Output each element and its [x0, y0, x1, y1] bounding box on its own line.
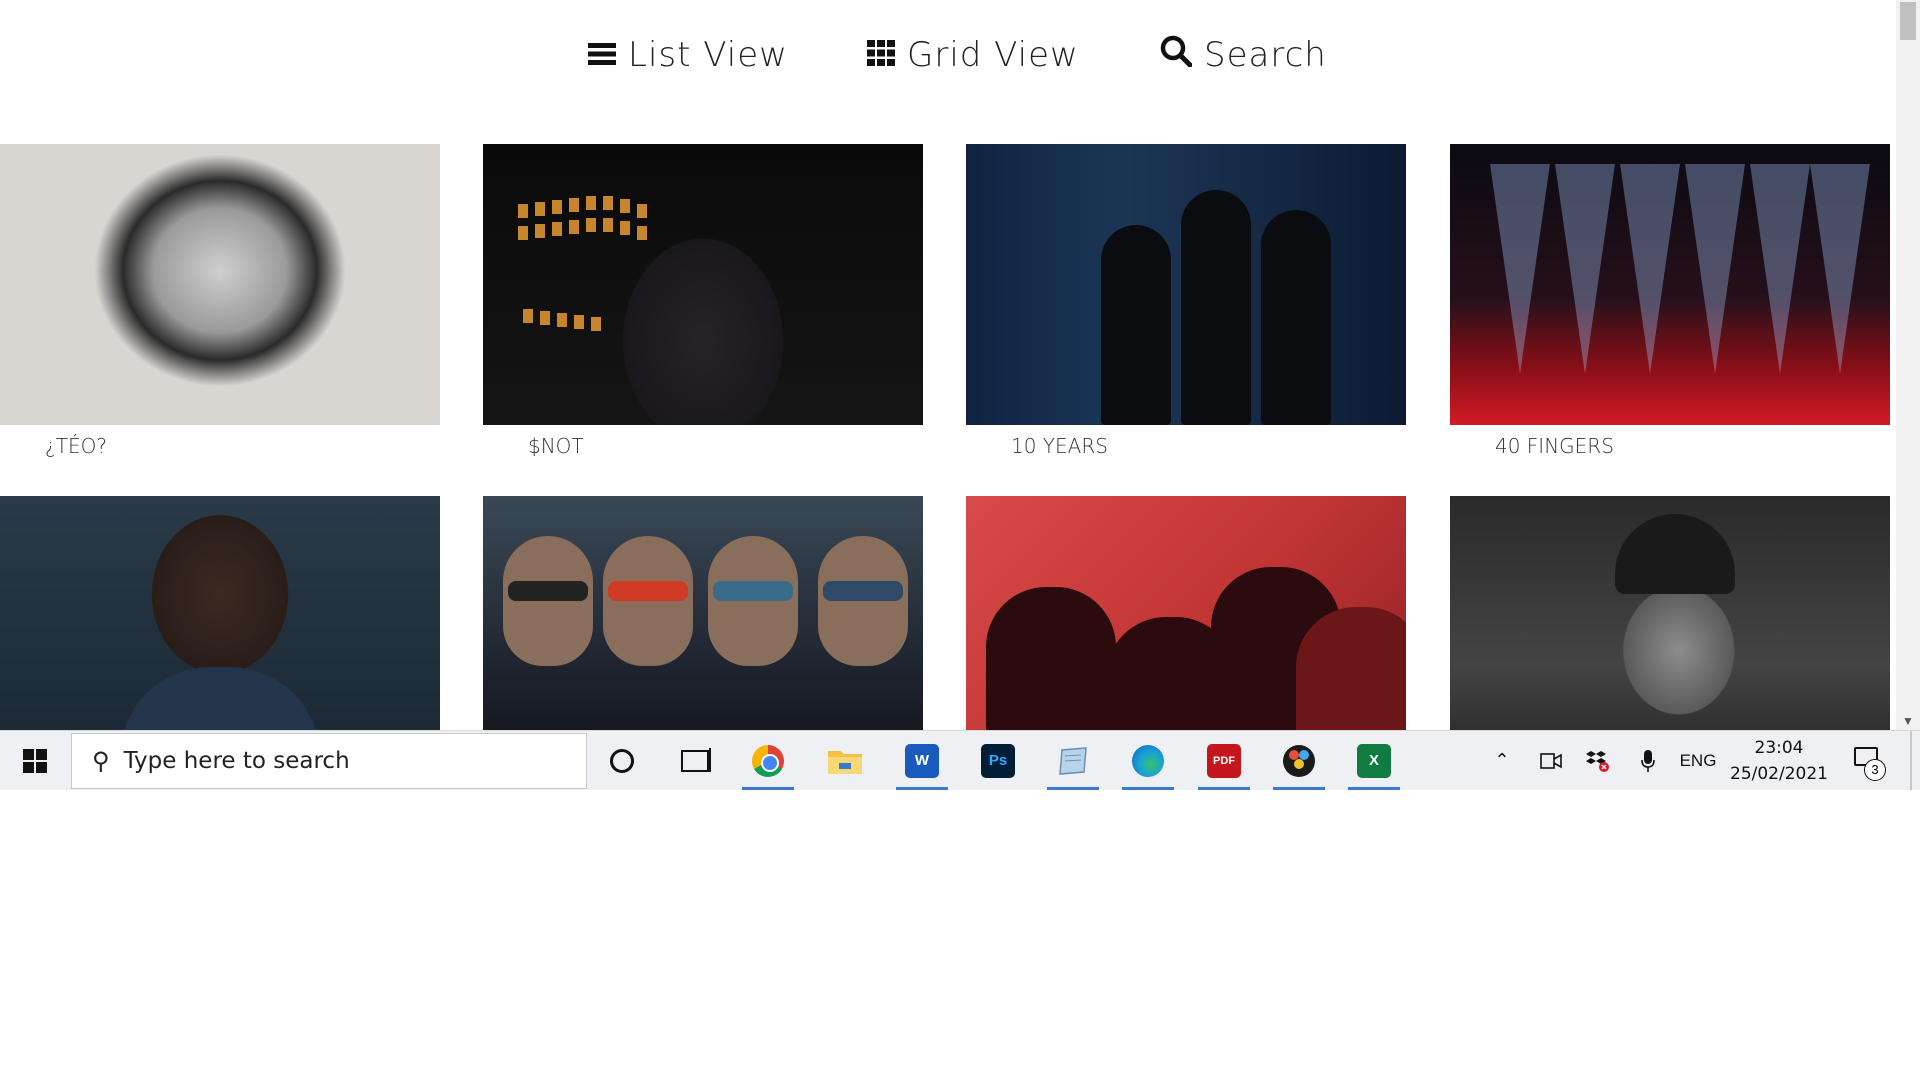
taskbar-app-chrome[interactable]: [738, 731, 798, 790]
artist-name[interactable]: 40 FINGERS: [1495, 434, 1614, 458]
taskbar-app-excel[interactable]: X: [1344, 731, 1404, 790]
artist-photo[interactable]: [1450, 144, 1890, 425]
taskbar-app-davinci-resolve[interactable]: [1269, 731, 1329, 790]
artist-photo[interactable]: [966, 496, 1406, 730]
artist-photo[interactable]: [966, 144, 1406, 425]
artist-card[interactable]: 40 FINGERS: [1450, 144, 1890, 458]
chrome-icon: [752, 744, 784, 777]
artist-grid: ¿TÉO? $NOT 10 YEARS 40 FINGERS: [0, 144, 1896, 730]
taskbar-search-box[interactable]: ⚲ Type here to search: [71, 733, 587, 789]
language-indicator: ENG: [1679, 750, 1717, 770]
clock-time: 23:04: [1754, 738, 1804, 758]
chevron-up-icon: ⌃: [1494, 750, 1510, 770]
windows-taskbar: ⚲ Type here to search W Ps PDF X ⌃ ENG 2…: [0, 730, 1920, 790]
microphone-icon: [1641, 749, 1655, 772]
artist-photo[interactable]: [1450, 496, 1890, 730]
windows-logo-icon: [23, 748, 47, 773]
taskbar-app-notepad[interactable]: [1043, 731, 1103, 790]
show-desktop-button[interactable]: [1910, 731, 1912, 790]
artist-card[interactable]: [483, 496, 923, 730]
photoshop-icon: Ps: [981, 743, 1015, 778]
microphone-tray-button[interactable]: [1630, 731, 1666, 790]
pdf-icon: PDF: [1207, 743, 1241, 778]
cortana-button[interactable]: [592, 731, 652, 790]
notepad-icon: [1059, 746, 1087, 775]
grid-view-button[interactable]: Grid View: [867, 30, 1079, 80]
grid-view-label: Grid View: [907, 35, 1079, 75]
taskbar-app-pdf-xchange[interactable]: PDF: [1194, 731, 1254, 790]
meet-now-button[interactable]: [1533, 731, 1569, 790]
artist-photo[interactable]: [0, 496, 440, 730]
dropbox-icon: [1586, 750, 1609, 772]
list-view-button[interactable]: List View: [588, 30, 788, 80]
dropbox-tray-button[interactable]: [1580, 731, 1616, 790]
taskbar-app-word[interactable]: W: [892, 731, 952, 790]
taskbar-app-edge[interactable]: [1118, 731, 1178, 790]
cortana-icon: [610, 748, 634, 773]
taskbar-search-placeholder: Type here to search: [123, 748, 350, 774]
search-button[interactable]: Search: [1160, 30, 1327, 80]
artist-card[interactable]: $NOT: [483, 144, 923, 458]
artist-card[interactable]: [966, 496, 1406, 730]
folder-icon: [828, 750, 862, 774]
artist-card[interactable]: [1450, 496, 1890, 730]
davinci-resolve-icon: [1283, 744, 1315, 777]
clock-button[interactable]: 23:04 25/02/2021: [1724, 735, 1834, 787]
artist-card[interactable]: 10 YEARS: [966, 144, 1406, 458]
artist-name[interactable]: ¿TÉO?: [45, 434, 107, 458]
word-icon: W: [905, 743, 939, 778]
artist-name[interactable]: 10 YEARS: [1011, 434, 1108, 458]
search-icon: [1160, 35, 1193, 76]
start-button[interactable]: [0, 731, 70, 790]
vertical-scrollbar[interactable]: ▼: [1896, 0, 1920, 730]
show-hidden-icons-button[interactable]: ⌃: [1486, 731, 1518, 790]
grid-icon: [867, 35, 895, 75]
view-toolbar: List View Grid View Search: [0, 30, 1896, 80]
search-icon: ⚲: [92, 747, 110, 775]
artist-photo[interactable]: [483, 496, 923, 730]
list-view-label: List View: [628, 35, 788, 75]
artist-photo[interactable]: [483, 144, 923, 425]
taskbar-app-photoshop[interactable]: Ps: [968, 731, 1028, 790]
notification-count-badge: 3: [1864, 759, 1886, 781]
search-label: Search: [1204, 35, 1327, 75]
input-language-button[interactable]: ENG: [1676, 731, 1720, 790]
artist-card[interactable]: [0, 496, 440, 730]
artist-card[interactable]: ¿TÉO?: [0, 144, 440, 458]
scrollbar-thumb[interactable]: [1900, 2, 1916, 40]
list-icon: [588, 35, 616, 75]
artist-photo[interactable]: [0, 144, 440, 425]
task-view-icon: [681, 747, 711, 772]
action-center-button[interactable]: 3: [1848, 743, 1886, 781]
edge-icon: [1132, 744, 1164, 777]
excel-icon: X: [1357, 743, 1391, 778]
clock-date: 25/02/2021: [1730, 764, 1828, 784]
taskbar-app-file-explorer[interactable]: [815, 731, 875, 790]
scroll-down-arrow-icon[interactable]: ▼: [1902, 714, 1914, 728]
camera-icon: [1540, 752, 1562, 769]
artist-name[interactable]: $NOT: [528, 434, 584, 458]
task-view-button[interactable]: [665, 731, 725, 790]
